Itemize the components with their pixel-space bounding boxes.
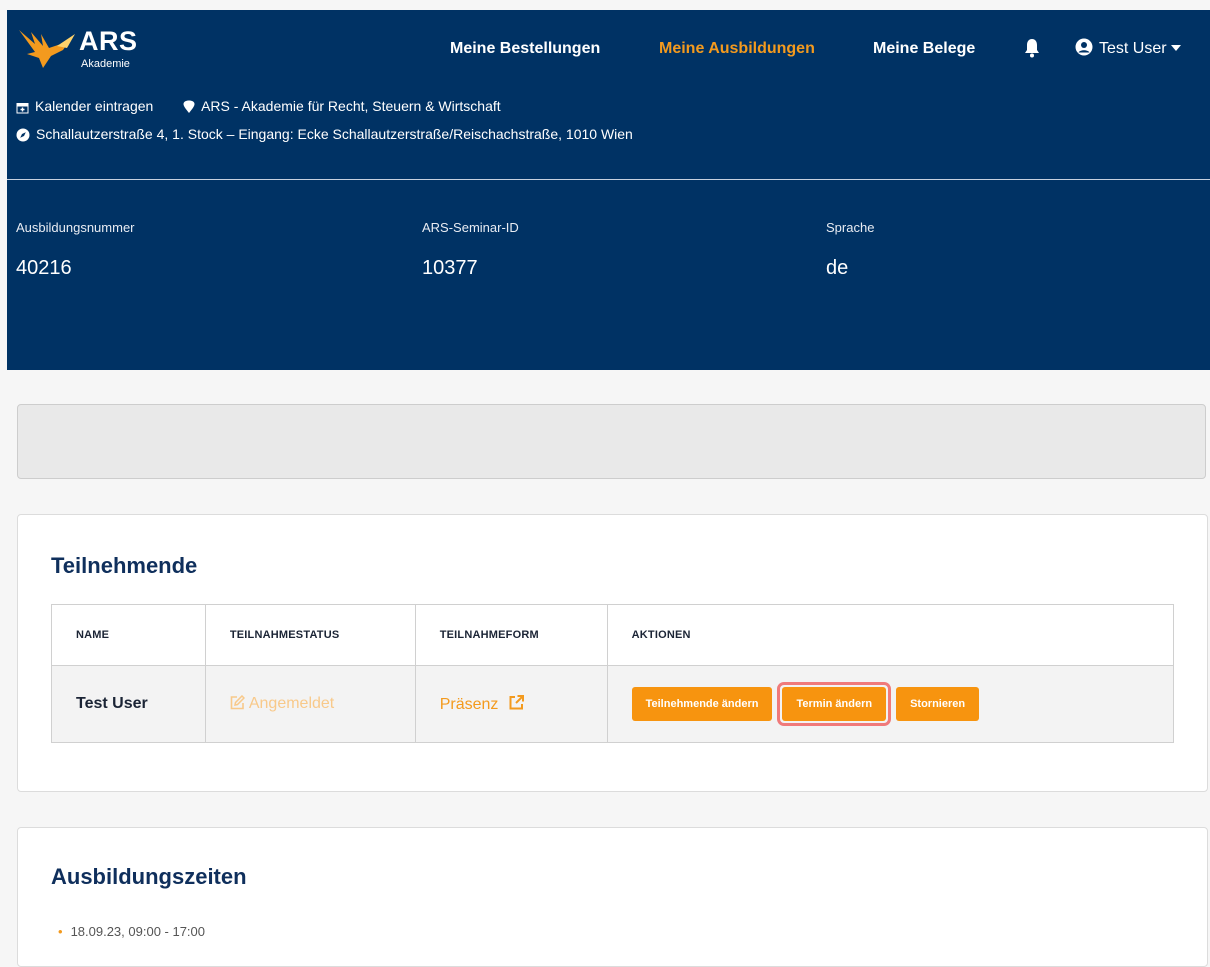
user-menu[interactable]: Test User <box>1075 38 1181 60</box>
event-info-line: Kalender eintragen ARS - Akademie für Re… <box>16 97 501 115</box>
participant-actions: Teilnehmende ändern Termin ändern Stornier… <box>606 665 1175 743</box>
meta-value-seminar-id: 10377 <box>422 257 478 279</box>
bell-icon[interactable] <box>1024 38 1040 58</box>
logo-subtitle: Akademie <box>81 58 130 70</box>
calendar-plus-icon <box>16 103 29 114</box>
change-date-button[interactable]: Termin ändern <box>782 687 887 721</box>
calendar-label: Kalender eintragen <box>35 98 154 114</box>
column-header-actions: AKTIONEN <box>606 604 1175 666</box>
compass-icon <box>16 128 30 142</box>
nav-meine-bestellungen[interactable]: Meine Bestellungen <box>450 39 600 59</box>
table-header-row: NAME TEILNAHMESTATUS TEILNAHMEFORM AKTIO… <box>51 604 1175 666</box>
column-header-status: TEILNAHMESTATUS <box>204 604 416 666</box>
schedule-time: 18.09.23, 09:00 - 17:00 <box>70 924 206 939</box>
nav-meine-belege[interactable]: Meine Belege <box>873 39 975 59</box>
status-text: Angemeldet <box>248 695 335 712</box>
schedule-card: Ausbildungszeiten • 18.09.23, 09:00 - 17:… <box>17 827 1208 967</box>
column-header-name: NAME <box>51 604 206 666</box>
external-link-icon <box>509 694 524 709</box>
meta-label-sprache: Sprache <box>826 220 875 235</box>
meta-value-sprache: de <box>826 257 849 279</box>
participant-status: Angemeldet <box>204 665 416 743</box>
cancel-button[interactable]: Stornieren <box>896 687 980 721</box>
participants-card: Teilnehmende NAME TEILNAHMESTATUS TEILNA… <box>17 514 1208 792</box>
highlight-frame: Termin ändern <box>777 682 892 726</box>
user-name: Test User <box>1099 40 1167 57</box>
schedule-title: Ausbildungszeiten <box>51 864 247 889</box>
logo-text: ARS <box>79 26 138 56</box>
participant-name: Test User <box>51 665 206 743</box>
column-header-form: TEILNAHMEFORM <box>414 604 608 666</box>
user-circle-icon <box>1075 38 1093 56</box>
bullet: • <box>58 924 63 939</box>
caret-down-icon <box>1170 45 1181 51</box>
participation-form-link[interactable]: Präsenz <box>439 694 524 713</box>
ars-logo[interactable]: ARS Akademie <box>17 24 157 74</box>
table-row: Test User Angemeldet Präsenz Teilnehmend <box>51 665 1175 743</box>
participants-title: Teilnehmende <box>51 553 198 578</box>
address-text: Schallautzerstraße 4, 1. Stock – Eingang… <box>36 126 633 142</box>
notice-box <box>17 404 1206 479</box>
edit-icon <box>230 694 245 710</box>
meta-value-ausbildungsnummer: 40216 <box>16 257 72 279</box>
venue-name: ARS - Akademie für Recht, Steuern & Wirt… <box>201 98 501 114</box>
map-marker-icon <box>183 100 195 113</box>
participant-form: Präsenz <box>414 665 608 743</box>
schedule-item: • 18.09.23, 09:00 - 17:00 <box>58 923 205 941</box>
header-divider <box>7 179 1210 180</box>
meta-label-ausbildungsnummer: Ausbildungsnummer <box>16 220 135 235</box>
nav-meine-ausbildungen[interactable]: Meine Ausbildungen <box>659 39 815 59</box>
address-line: Schallautzerstraße 4, 1. Stock – Eingang… <box>16 125 633 143</box>
training-header: ARS Akademie Meine Bestellungen Meine Au… <box>7 10 1210 370</box>
form-text: Präsenz <box>439 695 499 713</box>
calendar-link[interactable]: Kalender eintragen <box>16 98 157 114</box>
participants-table: NAME TEILNAHMESTATUS TEILNAHMEFORM AKTIO… <box>51 604 1175 743</box>
change-participant-button[interactable]: Teilnehmende ändern <box>631 687 773 721</box>
eagle-icon <box>19 30 75 68</box>
meta-label-seminar-id: ARS-Seminar-ID <box>422 220 519 235</box>
